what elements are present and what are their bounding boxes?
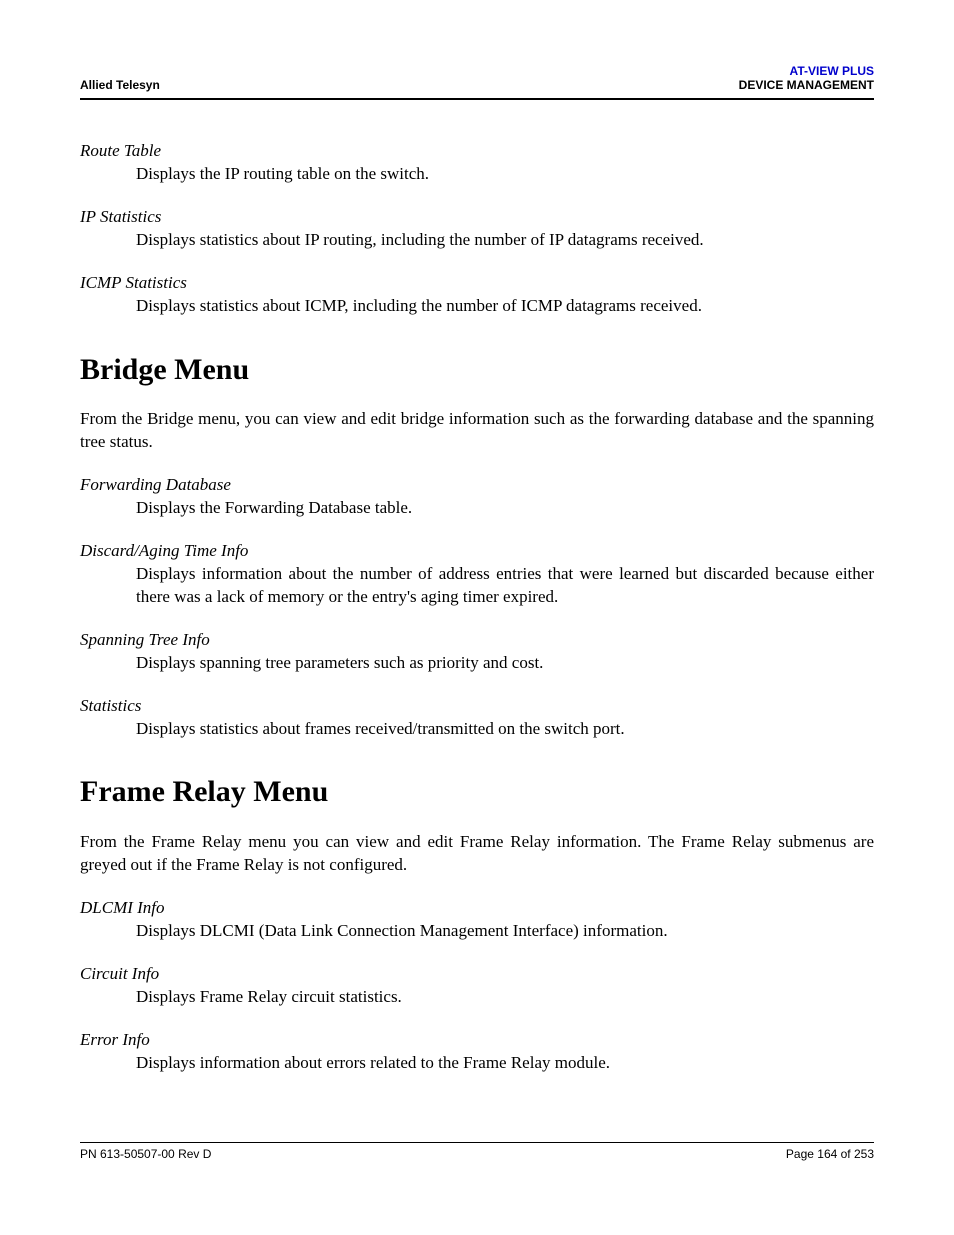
definition-term: IP Statistics xyxy=(80,206,874,229)
section-heading-bridge-menu: Bridge Menu xyxy=(80,350,874,391)
definition-text: Displays the Forwarding Database table. xyxy=(136,497,874,520)
header-subtitle: DEVICE MANAGEMENT xyxy=(739,78,874,92)
definition-term: ICMP Statistics xyxy=(80,272,874,295)
page-footer: PN 613-50507-00 Rev D Page 164 of 253 xyxy=(80,1142,874,1161)
definition-term: Spanning Tree Info xyxy=(80,629,874,652)
header-left: Allied Telesyn xyxy=(80,78,160,92)
definition-text: Displays statistics about IP routing, in… xyxy=(136,229,874,252)
section-intro: From the Frame Relay menu you can view a… xyxy=(80,831,874,877)
section-heading-frame-relay-menu: Frame Relay Menu xyxy=(80,772,874,813)
definition-term: Discard/Aging Time Info xyxy=(80,540,874,563)
header-rule xyxy=(80,98,874,100)
section-intro: From the Bridge menu, you can view and e… xyxy=(80,408,874,454)
definition-text: Displays information about errors relate… xyxy=(136,1052,874,1075)
definition-text: Displays statistics about ICMP, includin… xyxy=(136,295,874,318)
definition-text: Displays information about the number of… xyxy=(136,563,874,609)
definition-term: Statistics xyxy=(80,695,874,718)
definition-term: Error Info xyxy=(80,1029,874,1052)
definition-term: DLCMI Info xyxy=(80,897,874,920)
footer-page-number: Page 164 of 253 xyxy=(786,1147,874,1161)
page-header: Allied Telesyn AT-VIEW PLUS DEVICE MANAG… xyxy=(80,64,874,92)
header-right: AT-VIEW PLUS DEVICE MANAGEMENT xyxy=(739,64,874,92)
header-title: AT-VIEW PLUS xyxy=(739,64,874,78)
footer-part-number: PN 613-50507-00 Rev D xyxy=(80,1147,211,1161)
definition-text: Displays spanning tree parameters such a… xyxy=(136,652,874,675)
definition-text: Displays DLCMI (Data Link Connection Man… xyxy=(136,920,874,943)
definition-term: Forwarding Database xyxy=(80,474,874,497)
page-content: Route Table Displays the IP routing tabl… xyxy=(80,140,874,1074)
definition-term: Circuit Info xyxy=(80,963,874,986)
definition-text: Displays the IP routing table on the swi… xyxy=(136,163,874,186)
definition-text: Displays statistics about frames receive… xyxy=(136,718,874,741)
definition-text: Displays Frame Relay circuit statistics. xyxy=(136,986,874,1009)
document-page: Allied Telesyn AT-VIEW PLUS DEVICE MANAG… xyxy=(0,0,954,1235)
definition-term: Route Table xyxy=(80,140,874,163)
footer-rule xyxy=(80,1142,874,1143)
